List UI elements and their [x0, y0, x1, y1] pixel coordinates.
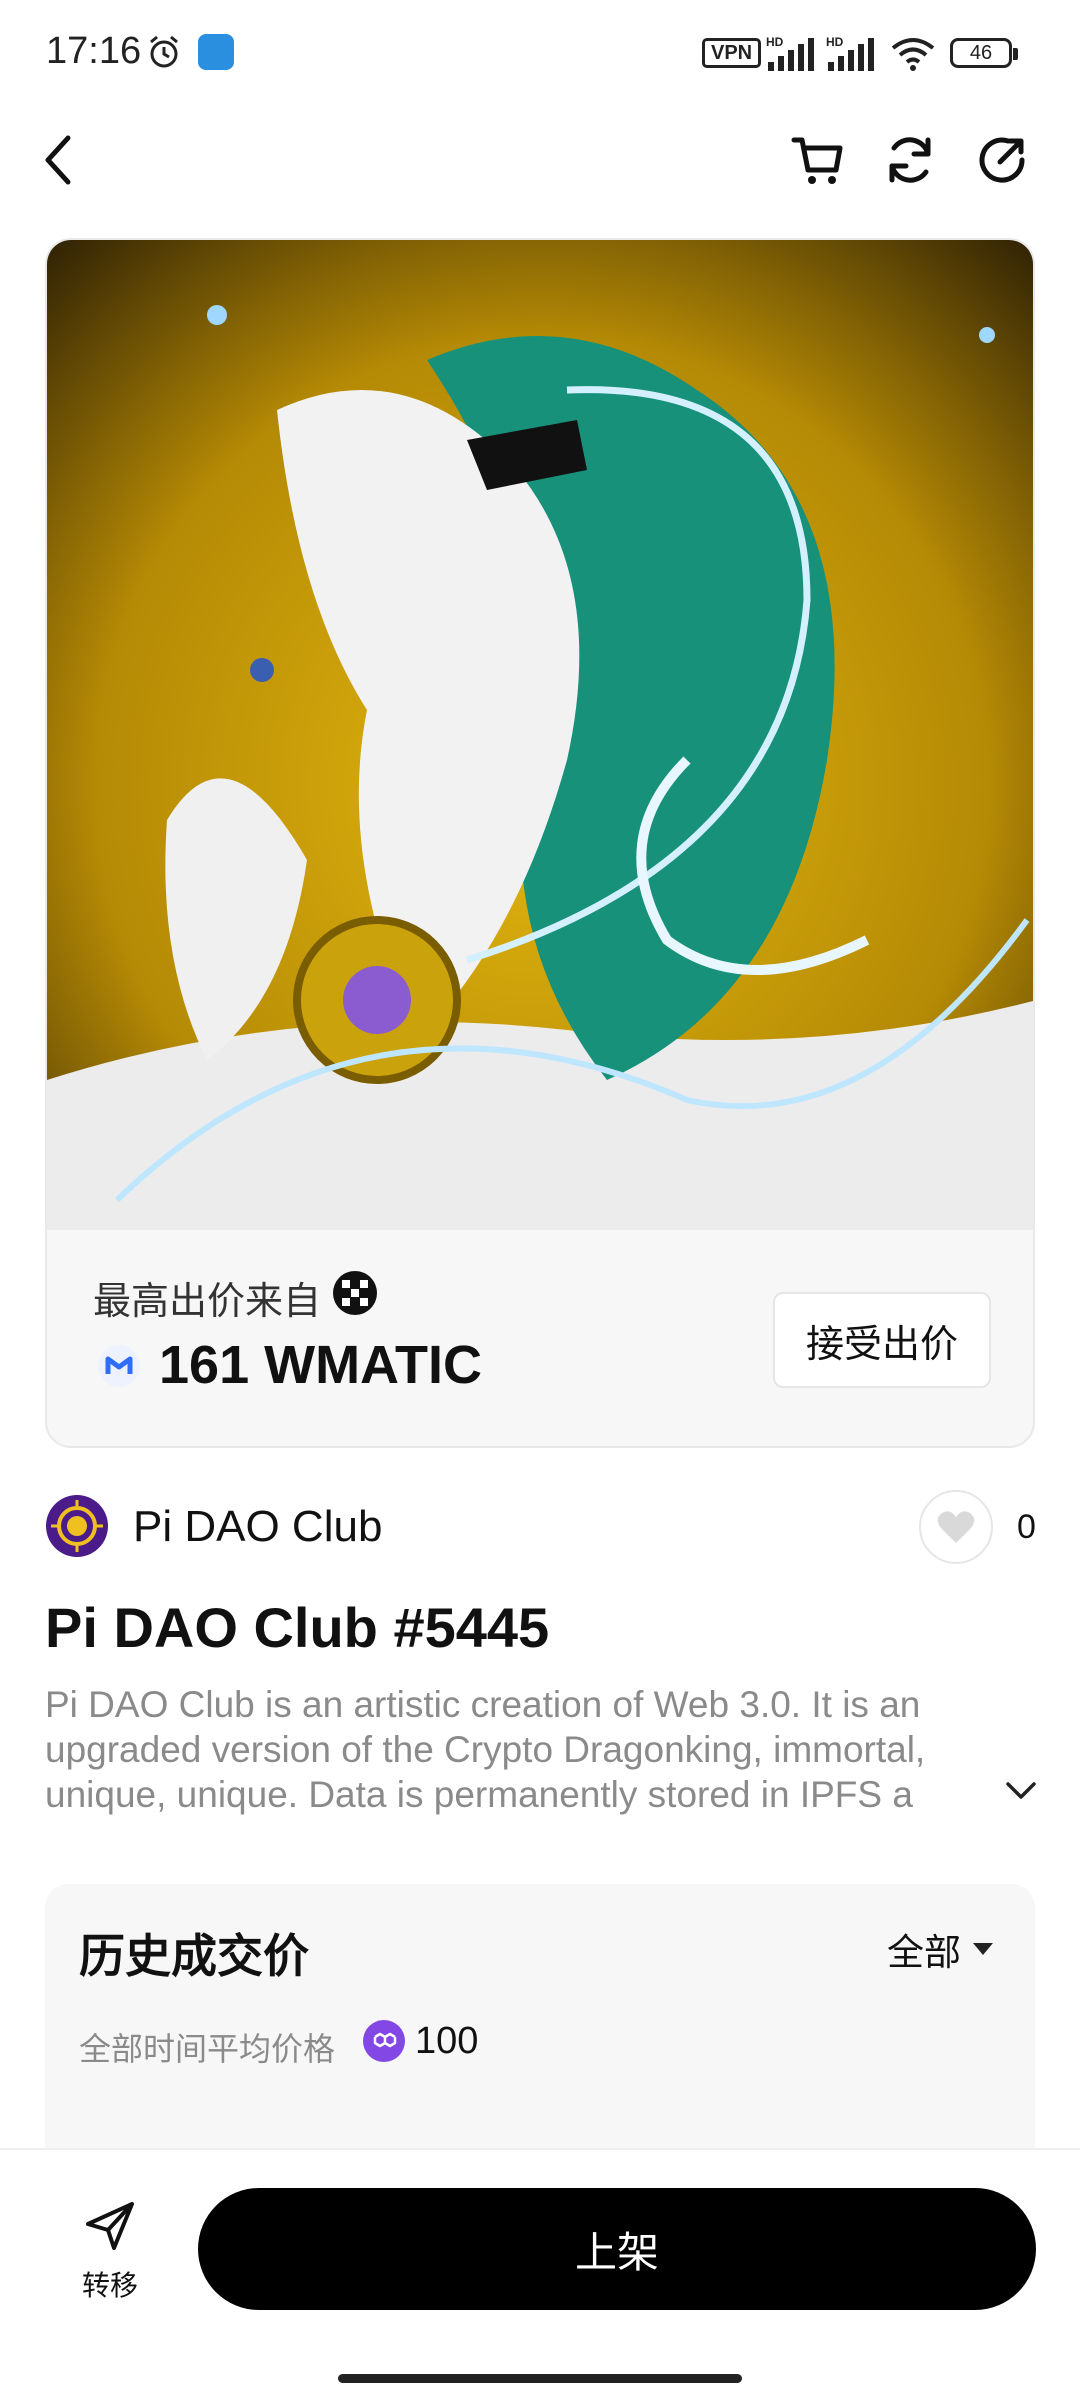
polygon-token-icon: [363, 2020, 405, 2062]
transfer-label: 转移: [81, 2270, 138, 2301]
caret-down-icon: [973, 1943, 993, 1955]
expand-description-chevron-icon[interactable]: [1004, 1778, 1038, 1802]
cart-icon: [791, 137, 843, 184]
alarm-icon: [150, 35, 178, 68]
average-price-value: 100: [415, 2020, 479, 2062]
back-button[interactable]: [30, 130, 90, 190]
average-price-label: 全部时间平均价格: [79, 2031, 336, 2067]
bottom-action-bar: 转移 上架: [0, 2148, 1080, 2400]
share-icon: [979, 137, 1025, 183]
like-count: 0: [1017, 1508, 1036, 1546]
back-icon: [45, 135, 71, 185]
highest-offer-label: 最高出价来自: [93, 1281, 322, 1323]
signal-icon: HD: [826, 35, 874, 71]
collection-avatar[interactable]: [45, 1494, 109, 1558]
history-filter-dropdown[interactable]: 全部: [887, 1924, 995, 1974]
nft-title: Pi DAO Club #5445: [45, 1596, 550, 1659]
like-button[interactable]: [919, 1490, 993, 1564]
collection-row[interactable]: Pi DAO Club 0: [45, 1490, 1036, 1564]
list-for-sale-button[interactable]: 上架: [198, 2188, 1036, 2310]
transfer-button[interactable]: 转移: [60, 2200, 160, 2310]
status-time: 17:16: [46, 30, 142, 72]
refresh-button[interactable]: [880, 130, 940, 190]
history-filter-label: 全部: [887, 1932, 961, 1973]
nft-card: 最高出价来自 161 WMATIC 接受出价: [45, 238, 1035, 1448]
wifi-icon: [891, 38, 935, 71]
svg-text:HD: HD: [826, 35, 844, 49]
status-bar: 17:16 VPN HD HD 46: [0, 0, 1080, 100]
share-button[interactable]: [972, 130, 1032, 190]
nft-artwork-image[interactable]: [47, 240, 1035, 1230]
accept-offer-button[interactable]: 接受出价: [773, 1292, 991, 1388]
price-history-panel: 历史成交价 全部 全部时间平均价格 100: [45, 1884, 1035, 2184]
highest-offer-panel: 最高出价来自 161 WMATIC 接受出价: [47, 1230, 1033, 1446]
collection-name[interactable]: Pi DAO Club: [133, 1502, 382, 1552]
home-indicator[interactable]: [338, 2374, 742, 2383]
price-history-title: 历史成交价: [79, 1930, 309, 1982]
wmatic-token-icon: [98, 1345, 140, 1387]
svg-text:HD: HD: [766, 35, 784, 49]
refresh-icon: [889, 137, 931, 183]
battery-icon: 46: [950, 38, 1018, 68]
top-nav: [0, 110, 1080, 200]
vpn-badge: VPN: [702, 38, 762, 68]
nft-description: Pi DAO Club is an artistic creation of W…: [45, 1684, 926, 1815]
send-icon: [86, 2202, 134, 2250]
app-notification-icon: [198, 34, 234, 70]
highest-offer-value: 161 WMATIC: [159, 1335, 483, 1395]
signal-icon: HD: [766, 35, 814, 71]
heart-icon: [937, 1511, 975, 1543]
cart-button[interactable]: [788, 130, 848, 190]
bidder-avatar-icon[interactable]: [332, 1270, 378, 1316]
